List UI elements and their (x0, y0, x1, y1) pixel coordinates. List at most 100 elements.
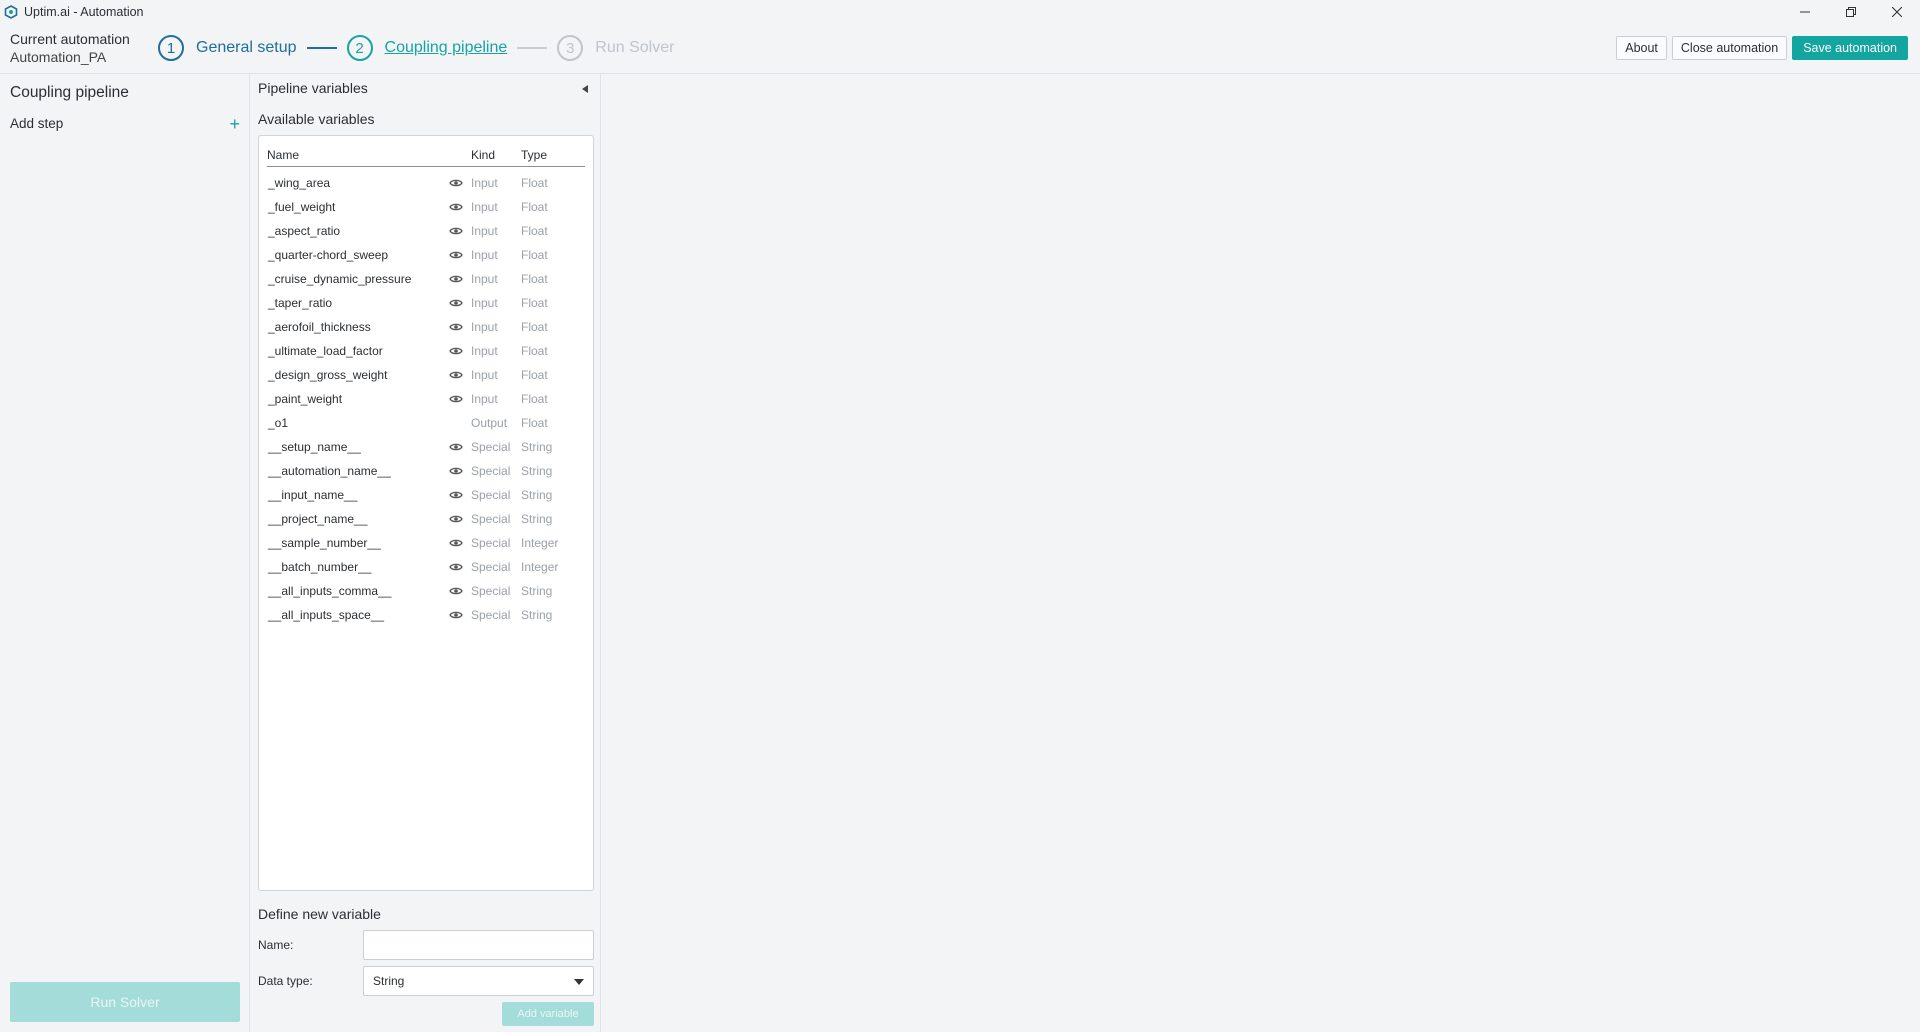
step-connector (517, 47, 548, 49)
variable-row[interactable]: _taper_ratio Input Float (267, 292, 585, 316)
step-general-setup[interactable]: 1 General setup (158, 35, 297, 61)
eye-icon[interactable] (449, 394, 465, 404)
variable-kind: Special (471, 560, 511, 574)
add-step-row[interactable]: Add step + (10, 115, 240, 133)
eye-icon[interactable] (449, 322, 465, 332)
column-header-name[interactable]: Name (267, 148, 299, 162)
current-automation-name: Automation_PA (10, 49, 107, 65)
restore-button[interactable] (1828, 0, 1874, 23)
eye-icon[interactable] (449, 442, 465, 452)
variable-name: __setup_name__ (268, 440, 361, 454)
variable-row[interactable]: _cruise_dynamic_pressure Input Float (267, 268, 585, 292)
variable-type: String (521, 584, 553, 598)
variable-type: Float (521, 248, 548, 262)
add-variable-button[interactable]: Add variable (502, 1002, 594, 1026)
variable-kind: Output (471, 416, 508, 430)
variable-row[interactable]: __input_name__ Special String (267, 484, 585, 508)
step-label: Coupling pipeline (384, 39, 508, 56)
variable-name: __input_name__ (268, 488, 358, 502)
variable-row[interactable]: _fuel_weight Input Float (267, 196, 585, 220)
wizard-stepper: 1 General setup 2 Coupling pipeline 3 Ru… (158, 33, 674, 63)
variable-row[interactable]: _aspect_ratio Input Float (267, 220, 585, 244)
variable-type: Float (521, 200, 548, 214)
eye-icon[interactable] (449, 346, 465, 356)
plus-icon[interactable]: + (229, 115, 240, 133)
eye-icon[interactable] (449, 466, 465, 476)
step-number: 2 (346, 35, 373, 61)
run-solver-button[interactable]: Run Solver (10, 982, 240, 1022)
column-header-kind[interactable]: Kind (471, 148, 495, 162)
column-header-type[interactable]: Type (521, 148, 547, 162)
eye-icon[interactable] (449, 226, 465, 236)
variable-type: String (521, 464, 553, 478)
variable-name: _cruise_dynamic_pressure (268, 272, 412, 286)
variable-name: __all_inputs_comma__ (268, 584, 392, 598)
variable-name: _aerofoil_thickness (268, 320, 371, 334)
variable-row[interactable]: _wing_area Input Float (267, 172, 585, 196)
variable-name: _o1 (268, 416, 289, 430)
variable-type: Float (521, 344, 548, 358)
window-title: Uptim.ai - Automation (24, 4, 144, 19)
variable-type: Float (521, 224, 548, 238)
step-number: 3 (557, 35, 584, 61)
data-type-value: String (373, 974, 405, 988)
eye-icon[interactable] (449, 562, 465, 572)
variable-row[interactable]: __all_inputs_comma__ Special String (267, 580, 585, 604)
eye-icon[interactable] (449, 370, 465, 380)
variable-row[interactable]: __sample_number__ Special Integer (267, 532, 585, 556)
variable-row[interactable]: _quarter-chord_sweep Input Float (267, 244, 585, 268)
variable-row[interactable]: _design_gross_weight Input Float (267, 364, 585, 388)
variable-row[interactable]: _o1 Output Float (267, 412, 585, 436)
variable-row[interactable]: _aerofoil_thickness Input Float (267, 316, 585, 340)
variable-kind: Input (471, 296, 498, 310)
variable-kind: Input (471, 320, 498, 334)
eye-icon[interactable] (449, 586, 465, 596)
close-automation-button[interactable]: Close automation (1671, 36, 1788, 60)
panel-title: Pipeline variables (258, 80, 368, 96)
variable-name: __all_inputs_space__ (268, 608, 385, 622)
variable-name-input[interactable] (363, 930, 594, 960)
variable-kind: Special (471, 512, 511, 526)
variable-name: __automation_name__ (268, 464, 391, 478)
data-type-select[interactable]: String (363, 966, 594, 996)
close-window-button[interactable] (1874, 0, 1920, 23)
eye-icon[interactable] (449, 202, 465, 212)
restore-icon (1846, 6, 1856, 17)
eye-icon[interactable] (449, 298, 465, 308)
define-variable-title: Define new variable (258, 906, 381, 922)
eye-icon[interactable] (449, 610, 465, 620)
variable-type: Float (521, 320, 548, 334)
eye-icon[interactable] (449, 274, 465, 284)
current-automation-label: Current automation (10, 31, 130, 47)
variable-type: Float (521, 368, 548, 382)
variable-name: _paint_weight (268, 392, 343, 406)
variable-row[interactable]: __automation_name__ Special String (267, 460, 585, 484)
variable-type: Float (521, 296, 548, 310)
variable-kind: Special (471, 536, 511, 550)
step-coupling-pipeline[interactable]: 2 Coupling pipeline (346, 35, 508, 61)
pipeline-sidebar: Coupling pipeline Add step + Run Solver (0, 74, 250, 1032)
minimize-button[interactable] (1782, 0, 1828, 23)
step-run-solver[interactable]: 3 Run Solver (557, 35, 674, 61)
eye-icon[interactable] (449, 250, 465, 260)
variable-row[interactable]: _paint_weight Input Float (267, 388, 585, 412)
variables-table: Name Kind Type _wing_area Input Float _fuel… (258, 135, 594, 891)
variable-row[interactable]: __all_inputs_space__ Special String (267, 604, 585, 628)
variable-type: Integer (521, 536, 559, 550)
save-automation-button[interactable]: Save automation (1792, 36, 1908, 60)
about-button[interactable]: About (1616, 36, 1667, 60)
variable-kind: Input (471, 392, 498, 406)
eye-icon[interactable] (449, 178, 465, 188)
variable-kind: Special (471, 488, 511, 502)
variable-row[interactable]: __setup_name__ Special String (267, 436, 585, 460)
pipeline-canvas (601, 74, 1920, 1032)
variable-type: String (521, 608, 553, 622)
eye-icon[interactable] (449, 538, 465, 548)
variables-list: _wing_area Input Float _fuel_weight Input Flo… (267, 172, 585, 628)
collapse-panel-icon[interactable] (582, 85, 588, 93)
variable-row[interactable]: __batch_number__ Special Integer (267, 556, 585, 580)
eye-icon[interactable] (449, 490, 465, 500)
eye-icon[interactable] (449, 514, 465, 524)
variable-row[interactable]: _ultimate_load_factor Input Float (267, 340, 585, 364)
variable-row[interactable]: __project_name__ Special String (267, 508, 585, 532)
